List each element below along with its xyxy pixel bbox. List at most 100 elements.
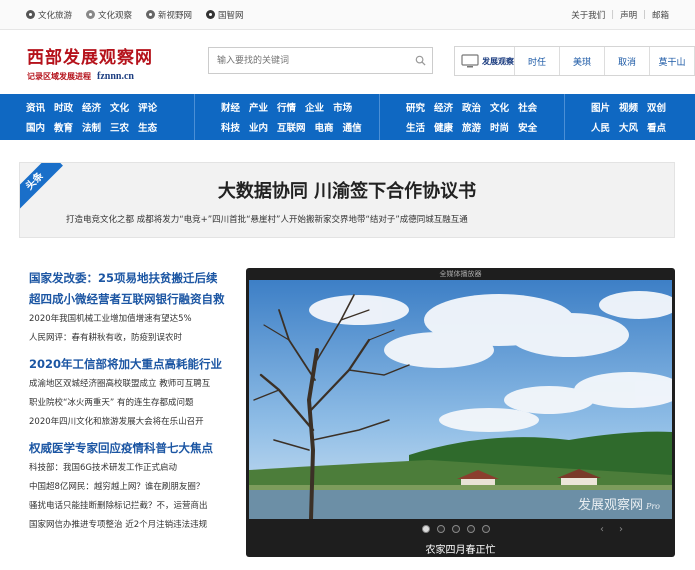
statement-link[interactable]: 声明 [620,9,637,21]
slide-dot[interactable] [482,525,490,533]
site-logo[interactable]: 西部发展观察网 记录区域发展进程 fznnn.cn [27,43,177,82]
nav-item[interactable]: 大风 [619,120,638,134]
header-link-cancel[interactable]: 取消 [605,47,650,75]
news-item-link[interactable]: 2020年四川文化和旅游发展大会将在乐山召开 [29,413,239,432]
headline-sub-link[interactable]: 交界地带“结对子”成德同城互融互通 [331,213,467,225]
nav-item[interactable]: 法制 [82,120,101,134]
nav-item[interactable]: 电商 [315,120,334,134]
header-link-moganshan[interactable]: 莫干山 [650,47,695,75]
news-item-link[interactable]: 中国超8亿网民：越穷越上网？谁在刷朋友圈？ [29,478,239,497]
header-links: 发展观察 时任 美琪 取消 莫干山 [454,46,695,76]
header: 西部发展观察网 记录区域发展进程fznnn.cn 发展观察 时任 美琪 取消 莫… [0,30,695,94]
news-headline-link[interactable]: 超四成小微经营者互联网银行融资自救 [29,289,239,310]
nav-group-news: 资讯 时政 经济 文化 评论 国内 教育 法制 三农 生态 [0,94,195,140]
top-link-culture-view[interactable]: 文化观察 [86,9,132,21]
slide-dot[interactable] [452,525,460,533]
search-input[interactable] [209,48,408,73]
slide-arrows: ‹ › [585,524,623,535]
news-item-link[interactable]: 2020年我国机械工业增加值增速有望达5% [29,310,239,329]
headline-sub-link[interactable]: 四川首批“悬崖村”人开始搬新家 [212,213,331,225]
news-list: 国家发改委：25项易地扶贫搬迁后续 超四成小微经营者互联网银行融资自救 2020年我… [29,268,239,535]
nav-item[interactable]: 时尚 [490,120,509,134]
nav-item[interactable]: 市场 [333,100,352,114]
think-tank-icon [206,10,216,19]
top-link-culture-travel[interactable]: 文化旅游 [26,9,72,21]
nav-item[interactable]: 视频 [619,100,638,114]
news-item-link[interactable]: 成渝地区双城经济圈高校联盟成立 教师可互聘互 [29,375,239,394]
player-title: 全媒体播放器 [439,270,482,278]
new-view-icon [146,10,156,19]
headline-title[interactable]: 大数据协同 川渝签下合作协议书 [20,177,674,203]
nav-group-media: 图片 视频 双创 人民 大风 看点 [565,94,695,140]
nav-item[interactable]: 经济 [82,100,101,114]
chevron-left-icon[interactable]: ‹ [600,524,604,535]
nav-item[interactable]: 财经 [221,100,240,114]
nav-group-finance: 财经 产业 行情 企业 市场 科技 业内 互联网 电商 通信 [195,94,380,140]
news-item-link[interactable]: 国家网信办推进专项整治 近2个月注销违法违规 [29,516,239,535]
main-nav: 资讯 时政 经济 文化 评论 国内 教育 法制 三农 生态 财经 产业 行情 企业 市场 科技 业内 互联网… [0,94,695,140]
nav-item[interactable]: 研究 [406,100,425,114]
nav-item[interactable]: 生态 [138,120,157,134]
divider: | [611,9,615,20]
headline-box: 头条 大数据协同 川渝签下合作协议书 打造电竞文化之都 成都将发力“电竞+” 四… [19,162,675,238]
headline-sub-link[interactable]: 打造电竞文化之都 成都将发力“电竞+” [66,213,212,225]
slide-dot[interactable] [437,525,445,533]
top-link-think-tank[interactable]: 国智网 [206,9,244,21]
nav-item[interactable]: 国内 [26,120,45,134]
nav-item[interactable]: 评论 [138,100,157,114]
nav-item[interactable]: 安全 [518,120,537,134]
top-bar-left: 文化旅游 文化观察 新视野网 国智网 [26,9,258,21]
slide-caption[interactable]: 农家四月春正忙 [246,541,675,556]
header-link-meiqi[interactable]: 美琪 [560,47,605,75]
news-headline-link[interactable]: 2020年工信部将加大重点高耗能行业 [29,354,239,375]
news-item-link[interactable]: 职业院校“冰火两重天” 有的连生存都成问题 [29,394,239,413]
nav-item[interactable]: 健康 [434,120,453,134]
slide-photo[interactable]: 发展观察网 Pro [249,280,672,519]
nav-item[interactable]: 业内 [249,120,268,134]
chevron-right-icon[interactable]: › [619,524,623,535]
culture-travel-icon [26,10,35,19]
nav-item[interactable]: 资讯 [26,100,45,114]
nav-item[interactable]: 看点 [647,120,666,134]
tv-link[interactable]: 发展观察 [455,47,515,75]
nav-item[interactable]: 图片 [591,100,610,114]
news-headline-link[interactable]: 权威医学专家回应疫情科普七大焦点 [29,438,239,459]
slide-dot[interactable] [467,525,475,533]
nav-item[interactable]: 互联网 [277,120,306,134]
news-item-link[interactable]: 人民网评：春有耕秋有收，防疫别误农时 [29,329,239,348]
news-item-link[interactable]: 科技部：我国6G技术研发工作正式启动 [29,459,239,478]
nav-item[interactable]: 通信 [343,120,362,134]
header-link-shiren[interactable]: 时任 [515,47,560,75]
email-link[interactable]: 邮箱 [652,9,669,21]
nav-item[interactable]: 旅游 [462,120,481,134]
slide-indicators [422,525,497,533]
landscape-image [249,280,672,519]
news-item-link[interactable]: 骚扰电话只能挂断删除标记拦截？不，运营商出 [29,497,239,516]
nav-item[interactable]: 文化 [490,100,509,114]
logo-main: 西部发展观察网 [27,47,153,68]
nav-item[interactable]: 产业 [249,100,268,114]
nav-item[interactable]: 社会 [518,100,537,114]
nav-item[interactable]: 行情 [277,100,296,114]
nav-item[interactable]: 教育 [54,120,73,134]
search-icon [415,55,426,66]
nav-item[interactable]: 人民 [591,120,610,134]
nav-item[interactable]: 生活 [406,120,425,134]
nav-item[interactable]: 政治 [462,100,481,114]
nav-item[interactable]: 时政 [54,100,73,114]
nav-item[interactable]: 企业 [305,100,324,114]
nav-item[interactable]: 双创 [647,100,666,114]
headline-subs: 打造电竞文化之都 成都将发力“电竞+” 四川首批“悬崖村”人开始搬新家 交界地带… [66,213,468,225]
watermark: 发展观察网 Pro [577,498,660,513]
search-box [208,47,433,74]
player-controls: ‹ › 农家四月春正忙 [246,519,675,557]
top-link-new-view[interactable]: 新视野网 [146,9,192,21]
nav-item[interactable]: 经济 [434,100,453,114]
nav-item[interactable]: 三农 [110,120,129,134]
search-button[interactable] [408,48,432,73]
news-headline-link[interactable]: 国家发改委：25项易地扶贫搬迁后续 [29,268,239,289]
nav-item[interactable]: 科技 [221,120,240,134]
nav-item[interactable]: 文化 [110,100,129,114]
slide-dot[interactable] [422,525,430,533]
about-link[interactable]: 关于我们 [571,9,605,21]
